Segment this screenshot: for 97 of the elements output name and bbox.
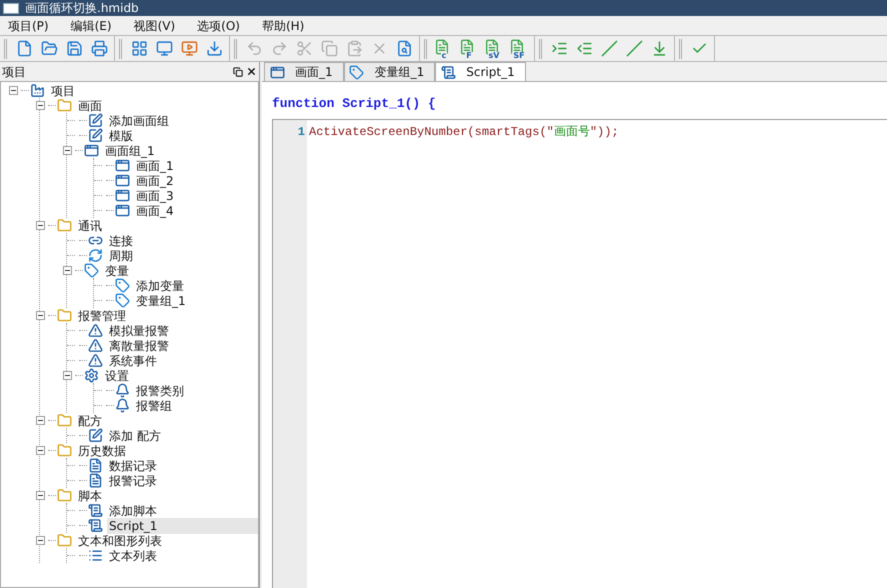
- function-header: function Script_1() {: [272, 95, 437, 113]
- tree-item[interactable]: 报警管理: [76, 308, 128, 324]
- window-icon: [83, 142, 99, 158]
- tree-item[interactable]: 添加 配方: [107, 428, 163, 444]
- expander[interactable]: [63, 266, 72, 275]
- tree-item[interactable]: 变量组_1: [134, 292, 188, 308]
- bell-icon: [114, 398, 130, 414]
- tree-item[interactable]: 画面_4: [134, 202, 176, 218]
- factory-icon: [29, 82, 45, 98]
- menu-item[interactable]: 项目(P): [2, 16, 55, 34]
- alarm-icon: [87, 338, 103, 354]
- menu-item[interactable]: 帮助(H): [256, 16, 310, 34]
- tree-item[interactable]: 周期: [107, 248, 135, 264]
- code-line: ActivateScreenByNumber(smartTags("画面号"));: [309, 124, 619, 140]
- tree-item[interactable]: 系统事件: [107, 352, 159, 368]
- expander[interactable]: [36, 536, 45, 545]
- window-icon: [114, 202, 130, 218]
- document-icon: [87, 472, 103, 488]
- expander[interactable]: [36, 416, 45, 425]
- menu-item[interactable]: 编辑(E): [64, 16, 118, 34]
- tree-item[interactable]: 画面_1: [134, 158, 176, 174]
- bell-icon: [114, 382, 130, 398]
- tree-item[interactable]: 添加画面组: [107, 112, 171, 128]
- expander[interactable]: [9, 86, 18, 95]
- tree-item[interactable]: 添加脚本: [107, 502, 159, 518]
- alarm-icon: [87, 352, 103, 368]
- restore-icon[interactable]: [233, 66, 243, 76]
- document-letter-button[interactable]: F: [458, 38, 480, 60]
- editor-tab[interactable]: Script_1: [435, 62, 526, 81]
- expander[interactable]: [36, 221, 45, 230]
- expander[interactable]: [63, 146, 72, 155]
- edit-icon: [87, 112, 103, 128]
- editor-tab[interactable]: 画面_1: [264, 62, 344, 81]
- document-letter-button[interactable]: sV: [483, 38, 505, 60]
- edit-icon: [87, 128, 103, 144]
- tree-item[interactable]: 离散量报警: [107, 338, 171, 354]
- alarm-icon: [87, 322, 103, 338]
- expander[interactable]: [36, 491, 45, 500]
- tree-item[interactable]: 历史数据: [76, 442, 128, 458]
- expander[interactable]: [36, 311, 45, 320]
- tree-item[interactable]: 设置: [103, 368, 131, 384]
- tag-icon: [114, 292, 130, 308]
- tree-item[interactable]: Script_1: [107, 518, 258, 534]
- expander[interactable]: [36, 446, 45, 455]
- line-number: 1: [298, 124, 305, 140]
- editor-tab[interactable]: 变量组_1: [344, 62, 436, 81]
- tree-item[interactable]: 报警类别: [134, 382, 186, 398]
- tree-item[interactable]: 画面_3: [134, 188, 176, 204]
- tag-icon: [348, 64, 365, 80]
- window-icon: [114, 172, 130, 188]
- tree-item[interactable]: 通讯: [76, 218, 104, 234]
- folder-icon: [56, 488, 72, 504]
- refresh-icon: [87, 248, 103, 264]
- tree-item[interactable]: 数据记录: [107, 458, 159, 474]
- folder-icon: [56, 98, 72, 114]
- folder-icon: [56, 218, 72, 234]
- edit-icon: [87, 428, 103, 444]
- list-icon: [87, 548, 103, 564]
- script-icon: [87, 502, 103, 518]
- script-icon: [87, 518, 103, 534]
- script-icon: [440, 64, 456, 80]
- expander[interactable]: [63, 371, 72, 380]
- tree-item[interactable]: 画面_2: [134, 172, 176, 188]
- tree-item[interactable]: 画面: [76, 98, 104, 114]
- expander[interactable]: [36, 101, 45, 110]
- document-icon: [87, 458, 103, 474]
- folder-icon: [56, 308, 72, 324]
- tree-item[interactable]: 配方: [76, 412, 104, 428]
- tree-item[interactable]: 连接: [107, 232, 135, 248]
- folder-icon: [56, 442, 72, 458]
- tree-item[interactable]: 文本列表: [107, 548, 159, 564]
- tree-item[interactable]: 模拟量报警: [107, 322, 171, 338]
- tree-item[interactable]: 文本和图形列表: [76, 532, 164, 548]
- tree-item[interactable]: 添加变量: [134, 278, 186, 294]
- panel-title: 项目: [2, 64, 26, 80]
- app-icon: [3, 2, 19, 14]
- folder-icon: [56, 532, 72, 548]
- tree-item[interactable]: 变量: [103, 262, 131, 278]
- tree-item[interactable]: 报警组: [134, 398, 174, 414]
- tree-item[interactable]: 画面组_1: [103, 142, 157, 158]
- window-icon: [114, 188, 130, 204]
- window-title: 画面循环切换.hmidb: [25, 0, 139, 16]
- tree-item[interactable]: 脚本: [76, 488, 104, 504]
- tag-icon: [114, 278, 130, 294]
- window-icon: [269, 64, 285, 80]
- document-letter-button[interactable]: c: [433, 38, 455, 60]
- tree-item[interactable]: 项目: [49, 82, 77, 98]
- window-icon: [114, 158, 130, 174]
- settings-icon: [83, 368, 99, 384]
- tree-item[interactable]: 报警记录: [107, 472, 159, 488]
- menu-item[interactable]: 选项(O): [191, 16, 246, 34]
- document-letter-button[interactable]: SF: [508, 38, 530, 60]
- folder-icon: [56, 412, 72, 428]
- tree-item[interactable]: 模版: [107, 128, 135, 144]
- menu-item[interactable]: 视图(V): [128, 16, 182, 34]
- tag-icon: [83, 262, 99, 278]
- close-icon[interactable]: [246, 66, 257, 77]
